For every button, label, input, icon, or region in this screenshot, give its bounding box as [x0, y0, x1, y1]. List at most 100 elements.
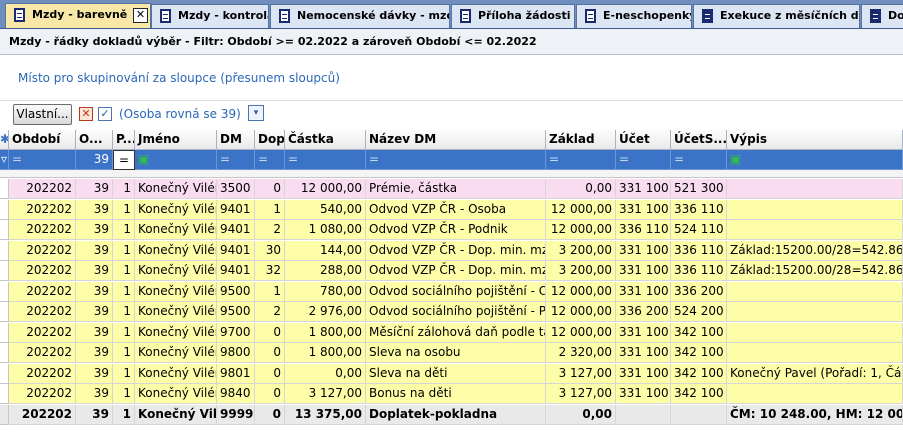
table-row[interactable]: 202202391Konečný Vilém940121 080,00Odvod… — [0, 220, 903, 240]
close-tab-icon[interactable]: ✕ — [133, 8, 148, 23]
table-row[interactable]: 202202391Konečný Vilém984003 127,00Bonus… — [0, 384, 903, 404]
filter-cell-ucets[interactable]: = — [671, 150, 727, 170]
table-total-row[interactable]: 202202391Konečný Vilém9999013 375,00Dopl… — [0, 404, 903, 425]
column-header-jmeno[interactable]: Jméno — [135, 130, 217, 150]
column-header-castka[interactable]: Částka — [285, 130, 366, 150]
column-header-ucet[interactable]: Účet — [616, 130, 671, 150]
column-header-ucets[interactable]: ÚčetS... — [671, 130, 727, 150]
row-indicator[interactable] — [0, 322, 9, 343]
table-row[interactable]: 202202391Konečný Vilém940130144,00Odvod … — [0, 240, 903, 261]
cell-o: 39 — [76, 302, 113, 322]
custom-filter-button[interactable]: Vlastní... — [13, 104, 72, 125]
cell-castka: 13 375,00 — [285, 404, 366, 425]
row-indicator[interactable] — [0, 199, 9, 220]
row-indicator[interactable] — [0, 404, 9, 425]
tab-5[interactable]: E-neschopenky — [576, 4, 692, 28]
clear-filter-icon[interactable]: ✕ — [79, 107, 93, 121]
cell-zaklad: 2 320,00 — [546, 343, 616, 363]
cell-castka: 2 976,00 — [285, 302, 366, 322]
row-indicator[interactable] — [0, 179, 9, 199]
filter-link-icon[interactable]: ▣ — [727, 150, 903, 170]
cell-nazev: Sleva na osobu — [366, 343, 546, 363]
filter-cell-obdobi[interactable]: = — [9, 150, 76, 170]
filter-cell-osoba[interactable]: 39 — [76, 150, 113, 170]
table-row[interactable]: 202202391Konečný Vilém94011540,00Odvod V… — [0, 199, 903, 220]
cell-dm: 9800 — [217, 343, 255, 363]
tab-1[interactable]: Mzdy - barevně ✕ — [5, 3, 151, 28]
cell-nazev: Odvod VZP ČR - Dop. min. mzdy — [366, 240, 546, 261]
column-header-p[interactable]: P... — [113, 130, 135, 150]
cell-dop: 32 — [255, 261, 285, 281]
cell-o: 39 — [76, 384, 113, 404]
cell-o: 39 — [76, 261, 113, 281]
cell-jmeno: Konečný Vilém — [135, 199, 217, 220]
filter-link-icon[interactable]: ▣ — [135, 150, 217, 170]
row-indicator[interactable] — [0, 240, 9, 261]
cell-dop: 0 — [255, 363, 285, 384]
view-title: Mzdy - řádky dokladů výběr - Filtr: Obdo… — [0, 29, 903, 55]
cell-ucet: 331 100 — [616, 363, 671, 384]
cell-jmeno: Konečný Vilém — [135, 281, 217, 302]
table-row[interactable]: 202202391Konečný Vilém940132288,00Odvod … — [0, 261, 903, 281]
table-row[interactable]: 202202391Konečný Vilém950022 976,00Odvod… — [0, 302, 903, 322]
filter-expression[interactable]: (Osoba rovná se 39) — [119, 105, 241, 123]
cell-vypis — [727, 220, 903, 240]
row-indicator[interactable] — [0, 384, 9, 404]
tab-2[interactable]: Mzdy - kontrola — [151, 4, 269, 28]
table-row[interactable]: 202202391Konečný Vilém95001780,00Odvod s… — [0, 281, 903, 302]
tab-3[interactable]: Nemocenské dávky - mzdy — [270, 4, 450, 28]
row-indicator[interactable] — [0, 220, 9, 240]
filter-cell-ucet[interactable]: = — [616, 150, 671, 170]
table-row[interactable]: 202202391Konečný Vilém980001 800,00Sleva… — [0, 343, 903, 363]
column-header-o[interactable]: O... — [76, 130, 113, 150]
cell-dm: 9999 — [217, 404, 255, 425]
cell-ucet: 331 100 — [616, 240, 671, 261]
row-indicator[interactable] — [0, 343, 9, 363]
cell-ucet — [616, 404, 671, 425]
filter-cell-castka[interactable]: = — [285, 150, 366, 170]
filter-cell-zaklad[interactable]: = — [546, 150, 616, 170]
cell-nazev: Odvod VZP ČR - Dop. min. mzdy — [366, 261, 546, 281]
cell-p: 1 — [113, 261, 135, 281]
cell-p: 1 — [113, 384, 135, 404]
cell-vypis — [727, 384, 903, 404]
table-row[interactable]: 202202391Konečný Vilém3500012 000,00Prém… — [0, 179, 903, 199]
cell-ucet: 336 200 — [616, 302, 671, 322]
column-header-obdobi[interactable]: Období — [9, 130, 76, 150]
column-header-dm[interactable]: DM — [217, 130, 255, 150]
cell-p: 1 — [113, 343, 135, 363]
cell-dm: 9401 — [217, 199, 255, 220]
tab-7[interactable]: Dov — [861, 4, 903, 28]
row-indicator[interactable] — [0, 261, 9, 281]
filter-enabled-checkbox[interactable]: ✓ — [98, 107, 112, 121]
cell-dop: 0 — [255, 343, 285, 363]
table-row[interactable]: 202202391Konečný Vilém970001 800,00Měsíč… — [0, 322, 903, 343]
cell-jmeno: Konečný Vilém — [135, 363, 217, 384]
cell-nazev: Odvod VZP ČR - Podnik — [366, 220, 546, 240]
row-indicator[interactable] — [0, 302, 9, 322]
row-indicator[interactable] — [0, 281, 9, 302]
tab-4[interactable]: Příloha žádosti o — [451, 4, 575, 28]
table-row[interactable]: 202202391Konečný Vilém980100,00Sleva na … — [0, 363, 903, 384]
doc-dark-icon — [870, 9, 881, 23]
grouping-drop-area[interactable]: Místo pro skupinování za sloupce (přesun… — [0, 55, 903, 101]
filter-cell-dm[interactable]: = — [217, 150, 255, 170]
tab-label: Příloha žádosti o — [478, 9, 575, 22]
filter-cell-nazev[interactable]: = — [366, 150, 546, 170]
cell-castka: 780,00 — [285, 281, 366, 302]
column-header-vypis[interactable]: Výpis — [727, 130, 903, 150]
filter-cell-poradi[interactable]: = — [113, 150, 135, 170]
column-header-zaklad[interactable]: Základ — [546, 130, 616, 150]
filter-history-dropdown-icon[interactable]: ▾ — [248, 105, 264, 121]
cell-o: 39 — [76, 220, 113, 240]
cell-p: 1 — [113, 240, 135, 261]
cell-zaklad: 0,00 — [546, 404, 616, 425]
column-header-dop[interactable]: Dop — [255, 130, 285, 150]
row-indicator[interactable] — [0, 363, 9, 384]
filter-cell-dop[interactable]: = — [255, 150, 285, 170]
cell-dm: 9500 — [217, 281, 255, 302]
cell-p: 1 — [113, 179, 135, 199]
cell-dm: 3500 — [217, 179, 255, 199]
tab-6[interactable]: Exekuce z měsíčních dat — [693, 4, 860, 28]
column-header-nazev[interactable]: Název DM — [366, 130, 546, 150]
